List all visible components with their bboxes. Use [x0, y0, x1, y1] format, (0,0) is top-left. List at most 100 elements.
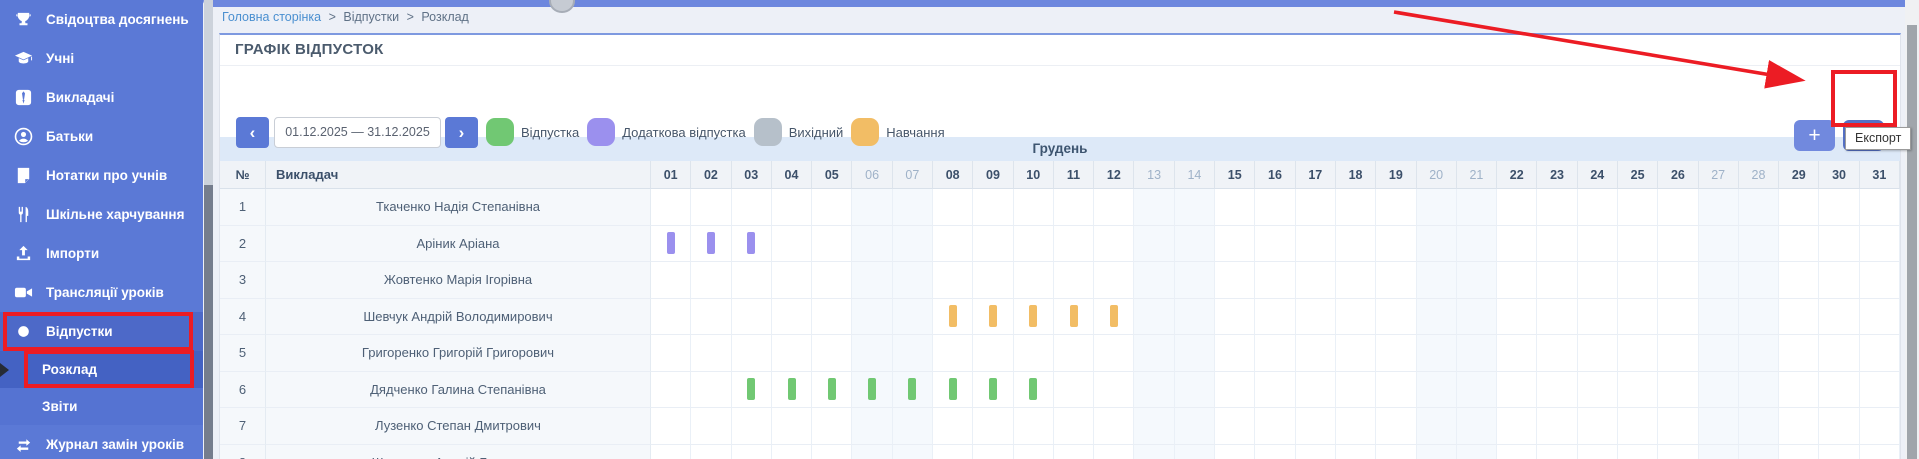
- sidebar-item-lesson-broadcasts[interactable]: Трансляції уроків: [0, 273, 203, 312]
- legend-swatch-training: [851, 118, 879, 146]
- row-number-cell: 5: [220, 335, 266, 372]
- sidebar-item-achievements[interactable]: Свідоцтва досягнень: [0, 0, 203, 39]
- schedule-day-cell: [1699, 299, 1739, 336]
- schedule-day-cell: [973, 445, 1013, 459]
- sidebar-item-imports[interactable]: Імпорти: [0, 234, 203, 273]
- schedule-day-cell: [1175, 262, 1215, 299]
- schedule-day-cell: [1860, 408, 1900, 445]
- schedule-day-cell: [933, 226, 973, 263]
- schedule-day-cell: [973, 189, 1013, 226]
- schedule-day-cell: [691, 372, 731, 409]
- next-period-button[interactable]: ›: [445, 117, 478, 148]
- schedule-day-cell: [1336, 445, 1376, 459]
- row-number-cell: 4: [220, 299, 266, 336]
- schedule-day-cell: [1175, 226, 1215, 263]
- schedule-day-cell: [1457, 299, 1497, 336]
- mark-training: [1110, 305, 1118, 327]
- sidebar-item-parents[interactable]: Батьки: [0, 117, 203, 156]
- schedule-day-cell: [1134, 189, 1174, 226]
- schedule-day-cell: [1417, 335, 1457, 372]
- sidebar-item-vacations[interactable]: Відпустки: [0, 312, 203, 351]
- row-number-cell: 7: [220, 408, 266, 445]
- page-scrollbar-thumb[interactable]: [1907, 25, 1917, 459]
- schedule-day-cell: [1054, 445, 1094, 459]
- schedule-day-cell: [1578, 408, 1618, 445]
- schedule-day-cell: [1537, 445, 1577, 459]
- schedule-day-cell: [691, 189, 731, 226]
- sidebar-item-label: Відпустки: [46, 324, 113, 339]
- column-header-day-27: 27: [1699, 161, 1739, 189]
- schedule-day-cell: [1417, 189, 1457, 226]
- schedule-day-cell: [1537, 226, 1577, 263]
- schedule-day-cell: [1376, 445, 1416, 459]
- sidebar-item-students[interactable]: Учні: [0, 39, 203, 78]
- column-header-day-28: 28: [1739, 161, 1779, 189]
- export-tooltip: Експорт: [1845, 127, 1911, 150]
- sidebar-item-teachers[interactable]: Викладачі: [0, 78, 203, 117]
- schedule-day-cell: [1094, 408, 1134, 445]
- table-row: 3Жовтенко Марія Ігорівна: [220, 262, 1900, 299]
- schedule-day-cell: [1578, 262, 1618, 299]
- schedule-day-cell: [1658, 189, 1698, 226]
- sidebar-item-label: Шкільне харчування: [46, 207, 184, 222]
- sidebar-item-label: Розклад: [42, 362, 97, 377]
- row-number-cell: 8: [220, 445, 266, 459]
- table-body: 1Ткаченко Надія Степанівна2Аріник Аріана…: [220, 189, 1900, 459]
- column-header-day-18: 18: [1336, 161, 1376, 189]
- schedule-day-cell: [1618, 226, 1658, 263]
- teacher-name-cell: Ткаченко Надія Степанівна: [266, 189, 651, 226]
- mark-vacation: [788, 378, 796, 400]
- schedule-day-cell: [1054, 408, 1094, 445]
- add-vacation-button[interactable]: +: [1794, 120, 1835, 151]
- dot-icon: [14, 322, 33, 341]
- schedule-day-cell: [1134, 408, 1174, 445]
- schedule-day-cell: [1336, 226, 1376, 263]
- column-header-day-02: 02: [691, 161, 731, 189]
- schedule-day-cell: [1739, 299, 1779, 336]
- schedule-day-cell: [1497, 445, 1537, 459]
- mark-vacation: [868, 378, 876, 400]
- sidebar-item-reports[interactable]: Звіти: [0, 388, 203, 425]
- schedule-day-cell: [1296, 299, 1336, 336]
- mark-vacation: [908, 378, 916, 400]
- schedule-day-cell: [1779, 408, 1819, 445]
- schedule-day-cell: [1779, 335, 1819, 372]
- user-icon: [14, 127, 33, 146]
- avatar[interactable]: [549, 0, 575, 13]
- sidebar-item-school-meals[interactable]: Шкільне харчування: [0, 195, 203, 234]
- breadcrumb-home-link[interactable]: Головна сторінка: [222, 10, 321, 24]
- schedule-day-cell: [1054, 262, 1094, 299]
- page-title: ГРАФІК ВІДПУСТОК: [220, 35, 1900, 66]
- sidebar-item-student-notes[interactable]: Нотатки про учнів: [0, 156, 203, 195]
- column-header-day-21: 21: [1457, 161, 1497, 189]
- schedule-day-cell: [1618, 445, 1658, 459]
- date-range-input[interactable]: 01.12.2025 — 31.12.2025: [274, 117, 441, 148]
- schedule-day-cell: [1417, 299, 1457, 336]
- schedule-day-cell: [1215, 445, 1255, 459]
- schedule-day-cell: [973, 262, 1013, 299]
- table-row: 2Аріник Аріана: [220, 226, 1900, 263]
- schedule-day-cell: [852, 226, 892, 263]
- schedule-day-cell: [1739, 335, 1779, 372]
- schedule-day-cell: [1376, 299, 1416, 336]
- schedule-day-cell: [852, 445, 892, 459]
- breadcrumb-separator: >: [407, 10, 414, 24]
- schedule-day-cell: [1457, 445, 1497, 459]
- sidebar-item-schedule[interactable]: Розклад: [0, 351, 203, 388]
- mark-additional-vacation: [707, 232, 715, 254]
- swap-icon: [14, 435, 33, 454]
- schedule-day-cell: [973, 335, 1013, 372]
- mark-vacation: [828, 378, 836, 400]
- sidebar-item-substitution-log[interactable]: Журнал замін уроків: [0, 425, 203, 459]
- sidebar-scrollbar-thumb[interactable]: [204, 185, 213, 459]
- column-header-day-07: 07: [893, 161, 933, 189]
- column-header-day-23: 23: [1537, 161, 1577, 189]
- schedule-day-cell: [973, 372, 1013, 409]
- legend-label: Вихідний: [789, 125, 844, 140]
- schedule-day-cell: [772, 408, 812, 445]
- schedule-day-cell: [893, 262, 933, 299]
- prev-period-button[interactable]: ‹: [236, 117, 269, 148]
- mark-vacation: [989, 378, 997, 400]
- schedule-day-cell: [651, 299, 691, 336]
- schedule-day-cell: [772, 262, 812, 299]
